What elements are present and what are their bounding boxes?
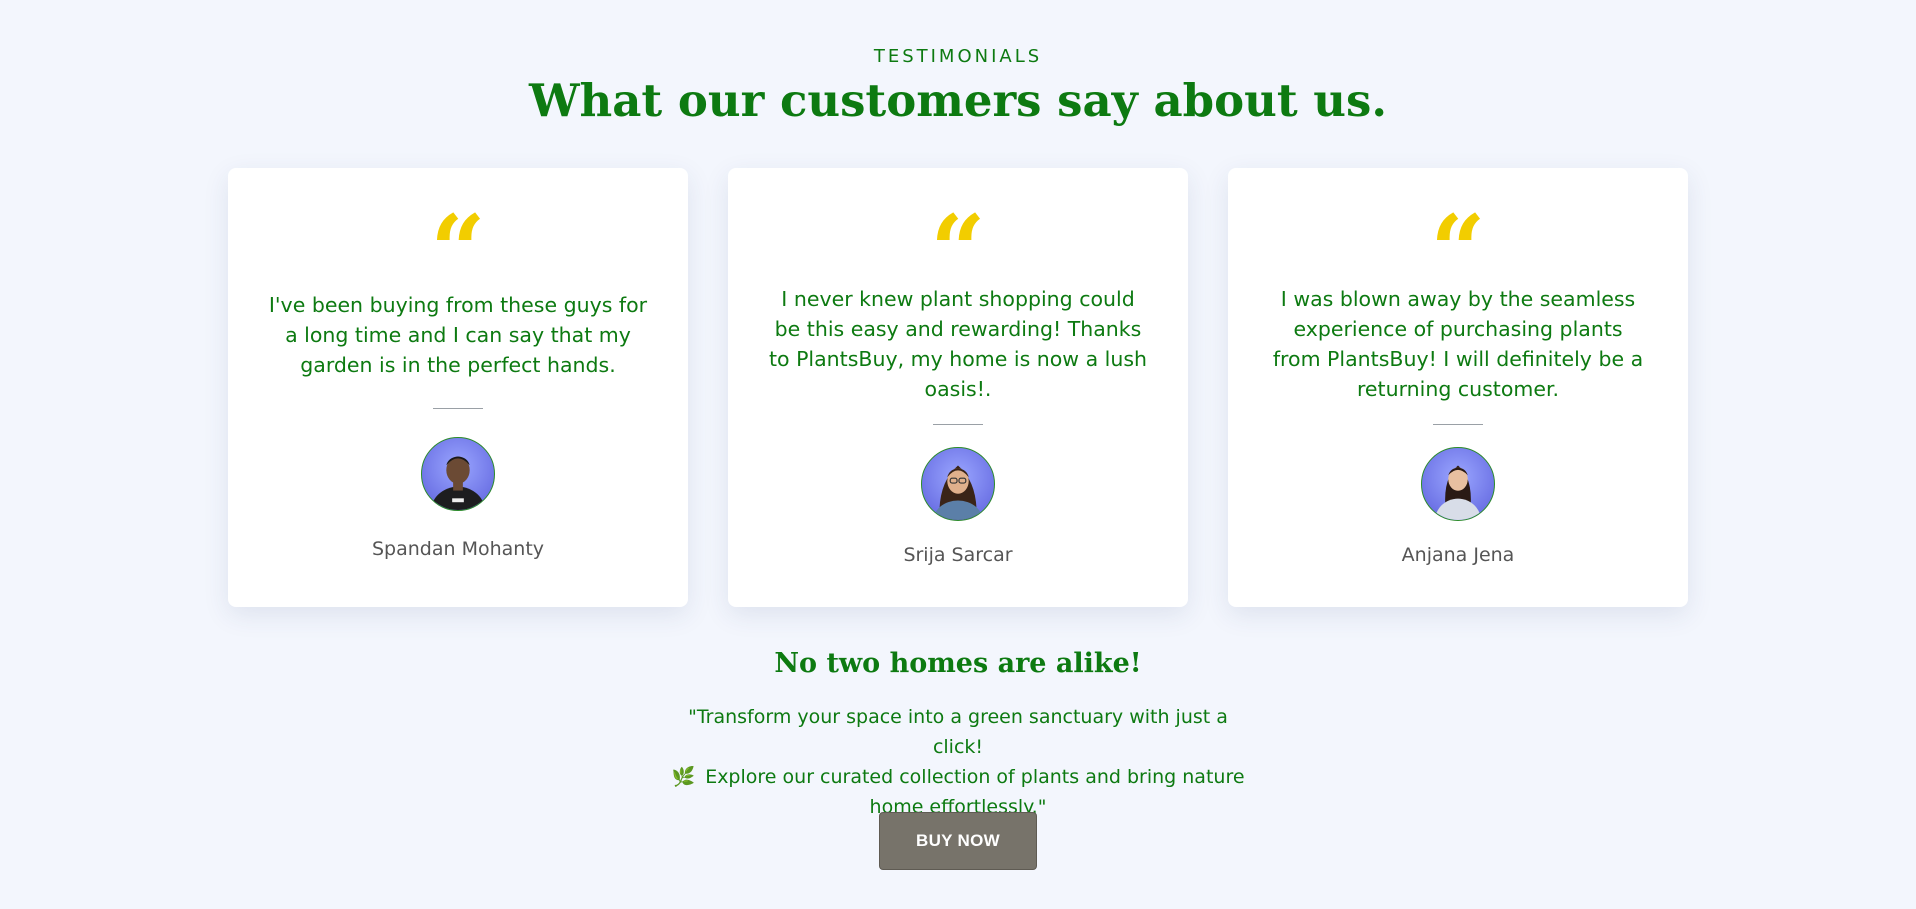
person-name: Anjana Jena	[1401, 544, 1515, 566]
divider	[1433, 424, 1483, 425]
person-avatar-icon	[932, 465, 984, 520]
cta-title: No two homes are alike!	[774, 648, 1142, 679]
testimonials-section: TESTIMONIALS What our customers say abou…	[0, 0, 1916, 909]
quote-icon: “	[930, 194, 986, 307]
section-title: What our customers say about us.	[528, 74, 1387, 127]
person-avatar-icon	[1434, 465, 1482, 520]
testimonial-quote: I've been buying from these guys for a l…	[268, 293, 648, 377]
cta-text-line2: Explore our curated collection of plants…	[705, 766, 1245, 818]
testimonial-quote: I was blown away by the seamless experie…	[1272, 287, 1644, 401]
avatar	[1421, 447, 1495, 521]
quote-icon: “	[1430, 194, 1486, 307]
section-eyebrow: TESTIMONIALS	[873, 46, 1043, 67]
quote-icon: “	[430, 194, 486, 307]
avatar	[921, 447, 995, 521]
testimonial-card: “ I was blown away by the seamless exper…	[1228, 168, 1688, 607]
person-avatar-icon	[430, 456, 486, 510]
leaf-icon: 🌿	[671, 766, 696, 788]
testimonial-card: “ I never knew plant shopping could be t…	[728, 168, 1188, 607]
divider	[433, 408, 483, 409]
buy-now-button[interactable]: BUY NOW	[879, 812, 1037, 870]
cta-text-line1: "Transform your space into a green sanct…	[688, 706, 1228, 758]
testimonial-quote: I never knew plant shopping could be thi…	[768, 287, 1148, 401]
cta-text: "Transform your space into a green sanct…	[668, 702, 1248, 822]
person-name: Srija Sarcar	[903, 544, 1013, 566]
testimonial-card: “ I've been buying from these guys for a…	[228, 168, 688, 607]
avatar	[421, 437, 495, 511]
person-name: Spandan Mohanty	[371, 538, 545, 560]
divider	[933, 424, 983, 425]
